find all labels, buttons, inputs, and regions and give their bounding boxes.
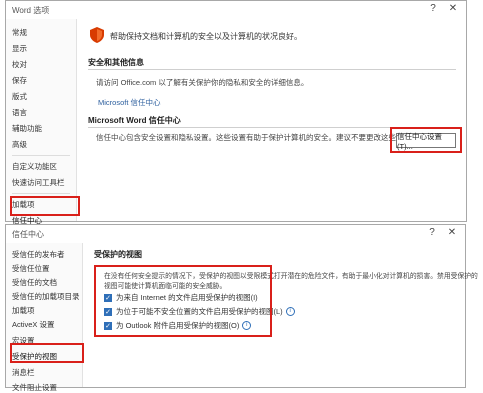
sidebar-item-trusted-publishers[interactable]: 受信任的发布者 [12, 249, 65, 260]
word-options-titlebar: Word 选项 [6, 1, 466, 19]
trust-center-titlebar: 信任中心 [6, 225, 465, 243]
sidebar-item-save[interactable]: 保存 [12, 75, 27, 86]
sidebar-item-trusted-addin-catalogs[interactable]: 受信任的加载项目录 [12, 291, 80, 302]
word-options-sidebar: 常规 显示 校对 保存 版式 语言 辅助功能 高级 自定义功能区 快速访问工具栏… [6, 19, 77, 225]
trust-center-sidebar: 受信任的发布者 受信任位置 受信任的文档 受信任的加载项目录 加载项 Activ… [6, 243, 83, 392]
banner-text: 帮助保持文档和计算机的安全以及计算机的状况良好。 [110, 32, 302, 41]
shield-icon [90, 27, 104, 45]
sidebar-divider [12, 155, 70, 156]
section-trust-center-text: 信任中心包含安全设置和隐私设置。这些设置有助于保护计算机的安全。建议不要更改这些… [96, 133, 419, 142]
sidebar-divider [12, 193, 70, 194]
sidebar-item-display[interactable]: 显示 [12, 43, 27, 54]
section-divider [88, 69, 456, 70]
trust-center-dialog: 信任中心 ? ✕ 受信任的发布者 受信任位置 受信任的文档 受信任的加载项目录 … [5, 224, 478, 392]
protected-view-heading: 受保护的视图 [94, 250, 142, 259]
close-button[interactable]: ✕ [445, 226, 459, 240]
sidebar-item-trusted-documents[interactable]: 受信任的文档 [12, 277, 57, 288]
sidebar-item-customize-ribbon[interactable]: 自定义功能区 [12, 161, 57, 172]
sidebar-item-proofing[interactable]: 校对 [12, 59, 27, 70]
protected-view-options-highlight [94, 265, 272, 337]
trust-center-sidebar-highlight [10, 196, 80, 216]
section-trust-center-heading: Microsoft Word 信任中心 [88, 116, 181, 125]
sidebar-item-accessibility[interactable]: 辅助功能 [12, 123, 42, 134]
word-options-dialog: Word 选项 ? ✕ 常规 显示 校对 保存 版式 语言 辅助功能 高级 自定… [5, 0, 467, 225]
protected-view-sidebar-highlight [10, 343, 84, 363]
microsoft-trust-center-link[interactable]: Microsoft 信任中心 [98, 97, 161, 108]
sidebar-item-trusted-locations[interactable]: 受信任位置 [12, 263, 50, 274]
sidebar-item-quick-access[interactable]: 快速访问工具栏 [12, 177, 65, 188]
trust-center-button-highlight [390, 127, 462, 153]
sidebar-item-general[interactable]: 常规 [12, 27, 27, 38]
help-button[interactable]: ? [426, 2, 440, 16]
sidebar-item-language[interactable]: 语言 [12, 107, 27, 118]
section-security-text: 请访问 Office.com 以了解有关保护你的隐私和安全的详细信息。 [96, 78, 309, 87]
section-security-heading: 安全和其他信息 [88, 58, 144, 67]
sidebar-item-advanced[interactable]: 高级 [12, 139, 27, 150]
trust-center-title: 信任中心 [12, 229, 44, 239]
word-options-title: Word 选项 [12, 5, 50, 15]
sidebar-item-activex-settings[interactable]: ActiveX 设置 [12, 319, 55, 330]
info-icon[interactable]: i [285, 307, 295, 316]
sidebar-item-layout[interactable]: 版式 [12, 91, 27, 102]
sidebar-item-message-bar[interactable]: 消息栏 [12, 367, 35, 378]
sidebar-item-addins[interactable]: 加载项 [12, 305, 35, 316]
close-button[interactable]: ✕ [446, 2, 460, 16]
help-button[interactable]: ? [425, 226, 439, 240]
